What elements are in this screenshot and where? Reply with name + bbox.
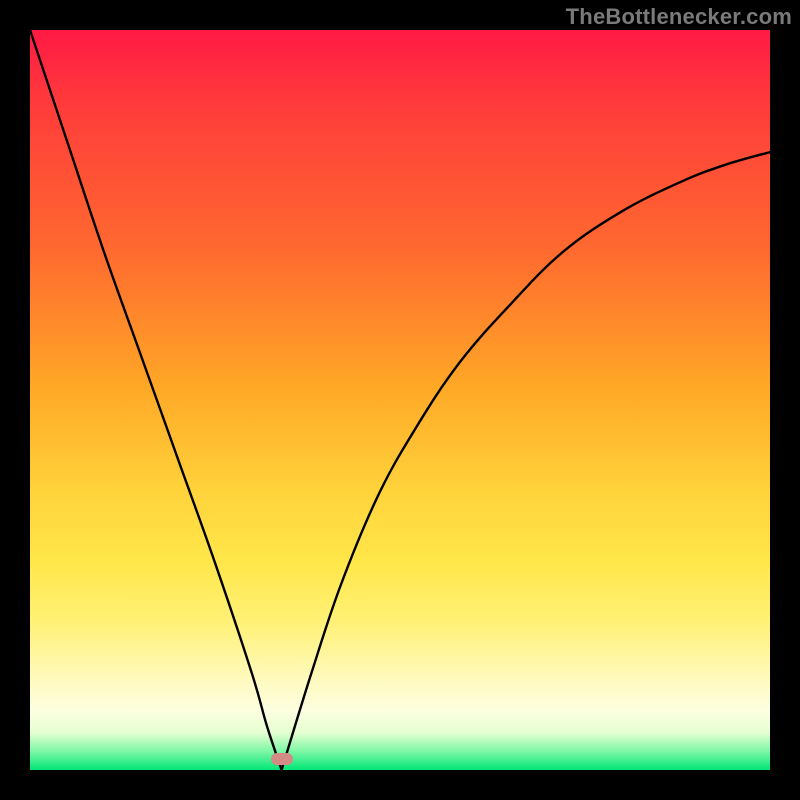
chart-stage: TheBottlenecker.com [0, 0, 800, 800]
watermark-label: TheBottlenecker.com [566, 4, 792, 30]
vertex-marker [271, 753, 293, 765]
chart-plot-area [30, 30, 770, 770]
chart-curve-path [30, 30, 770, 770]
chart-curve [30, 30, 770, 770]
